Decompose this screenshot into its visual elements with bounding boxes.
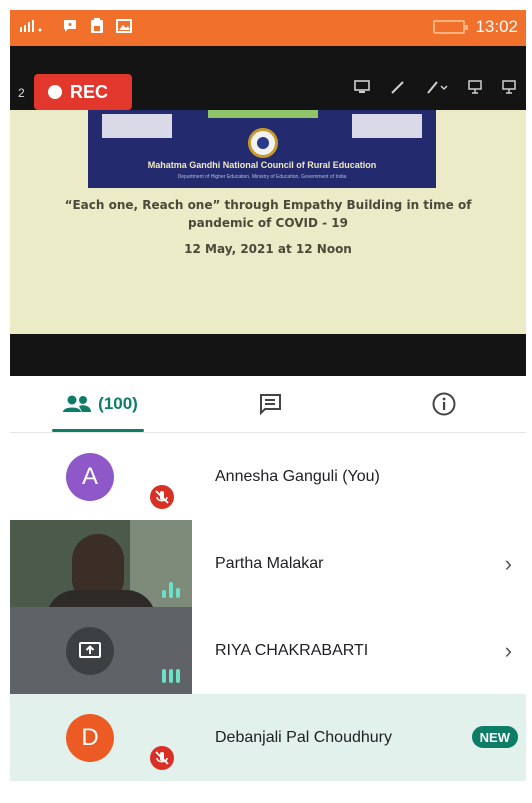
battery-icon: [433, 20, 469, 34]
status-icons: [16, 18, 132, 34]
record-dot-icon: [48, 85, 62, 99]
tab-info[interactable]: [424, 376, 464, 432]
pen-icon[interactable]: [390, 80, 406, 94]
clock: 13:02: [475, 17, 518, 36]
present-icon[interactable]: [468, 80, 482, 94]
slide-headline: “Each one, Reach one” through Empathy Bu…: [64, 198, 472, 230]
ministry-logo-right: [352, 114, 422, 138]
new-badge: NEW: [471, 726, 518, 748]
tab-people[interactable]: (100): [50, 376, 150, 432]
participant-name: Annesha Ganguli (You): [215, 467, 380, 485]
status-right: 13:02: [433, 17, 518, 37]
chat-icon: [260, 394, 281, 416]
slide-org-subtitle: Department of Higher Education, Ministry…: [177, 174, 347, 180]
image-icon: [116, 19, 132, 33]
participant-row[interactable]: RIYA CHAKRABARTI ›: [10, 607, 526, 694]
avatar: A: [66, 453, 114, 501]
mic-off-icon: [150, 485, 174, 509]
participant-list: A Annesha Ganguli (You) Partha Malakar ›: [10, 433, 526, 803]
participant-row[interactable]: Partha Malakar ›: [10, 520, 526, 607]
ministry-logo-left: [102, 114, 172, 138]
banner-strip: [208, 110, 318, 118]
chat-bubble-icon: [64, 20, 76, 32]
participant-tile: D: [10, 694, 192, 781]
clipboard-icon: [91, 18, 103, 33]
emblem-icon: [248, 128, 278, 158]
tab-chat[interactable]: [250, 376, 290, 432]
participant-name: Partha Malakar: [215, 554, 324, 572]
screen-share-icon[interactable]: [354, 80, 370, 94]
meet-app: 13:02 2 REC Mahatma Gandhi National Coun…: [10, 10, 526, 803]
presentation-controls: [354, 80, 516, 94]
people-count: (100): [98, 394, 138, 413]
meeting-tabs: (100): [10, 376, 526, 432]
recording-label: REC: [70, 81, 109, 102]
slide-date: 12 May, 2021 at 12 Noon: [184, 242, 352, 256]
page-indicator: 2: [18, 86, 25, 100]
chevron-right-icon[interactable]: ›: [505, 520, 512, 607]
info-icon: [432, 392, 456, 416]
shared-slide: Mahatma Gandhi National Council of Rural…: [10, 110, 526, 334]
slide-banner: Mahatma Gandhi National Council of Rural…: [88, 110, 436, 188]
avatar: D: [66, 714, 114, 762]
people-icon: [63, 395, 92, 412]
speaking-indicator-icon: [162, 582, 180, 598]
recording-indicator: REC: [34, 74, 132, 110]
chevron-right-icon[interactable]: ›: [505, 607, 512, 694]
participant-row[interactable]: D Debanjali Pal Choudhury NEW: [10, 694, 526, 781]
signal-icon: [20, 20, 42, 32]
participant-row[interactable]: A Annesha Ganguli (You): [10, 433, 526, 520]
slide-org-title: Mahatma Gandhi National Council of Rural…: [147, 160, 377, 170]
participant-tile: A: [10, 433, 192, 520]
mic-off-icon: [150, 746, 174, 770]
status-bar: 13:02: [10, 10, 526, 46]
presenting-icon: [66, 627, 114, 675]
participant-name: Debanjali Pal Choudhury: [215, 728, 392, 746]
participant-tile: [10, 607, 192, 694]
participant-name: RIYA CHAKRABARTI: [215, 641, 369, 659]
annotate-icon[interactable]: [426, 80, 448, 94]
audio-level-icon: [162, 669, 180, 683]
stop-present-icon[interactable]: [502, 80, 516, 94]
participant-video: [10, 520, 192, 607]
meeting-stage: 2 REC Mahatma Gandhi National Council of…: [10, 46, 526, 376]
